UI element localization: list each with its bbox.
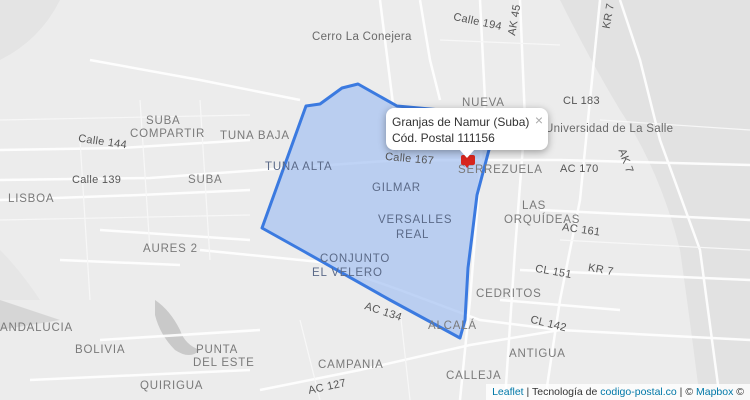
close-icon[interactable]: × [535, 112, 543, 128]
popup-neighborhood: Granjas de Namur (Suba) [392, 115, 530, 129]
label-suba: SUBA [146, 115, 181, 127]
label-tunabaja: TUNA BAJA [220, 130, 290, 142]
label-antigua: ANTIGUA [509, 348, 566, 360]
map-canvas[interactable]: Cerro La Conejera Calle 194 AK 45 KR 7 N… [0, 0, 750, 400]
label-ac170: AC 170 [560, 163, 599, 175]
label-conjunto: CONJUNTO [320, 253, 391, 265]
info-popup: Granjas de Namur (Suba) Cód. Postal 1111… [386, 108, 548, 158]
label-calleja: CALLEJA [446, 370, 502, 382]
site-link[interactable]: codigo-postal.co [600, 386, 676, 398]
mapbox-link[interactable]: Mapbox [696, 386, 733, 398]
label-punta: PUNTA [196, 344, 239, 356]
leaflet-link[interactable]: Leaflet [492, 386, 524, 398]
label-cedritos: CEDRITOS [476, 288, 542, 300]
label-campania: CAMPANIA [318, 359, 384, 371]
label-andalucia: ANDALUCIA [0, 322, 74, 334]
label-bolivia: BOLIVIA [75, 344, 126, 356]
attribution-sep1: | Tecnología de [523, 386, 601, 398]
label-versalles: VERSALLES [378, 214, 453, 226]
popup-postal-code: Cód. Postal 111156 [392, 131, 495, 145]
label-aures: AURES 2 [143, 243, 198, 255]
label-compartir: COMPARTIR [130, 128, 206, 140]
label-cerro: Cerro La Conejera [312, 31, 412, 43]
map-attribution: Leaflet | Tecnología de codigo-postal.co… [486, 384, 750, 400]
label-real: REAL [396, 229, 430, 241]
label-suba2: SUBA [188, 174, 223, 186]
label-velero: EL VELERO [312, 267, 383, 279]
label-tunaalta: TUNA ALTA [265, 161, 333, 173]
attribution-sep2: | © [676, 386, 696, 398]
popup-tip [459, 149, 475, 158]
label-universidad: Universidad de La Salle [545, 123, 674, 135]
label-gilmar: GILMAR [372, 182, 421, 194]
label-las: LAS [522, 200, 547, 212]
label-quirigua: QUIRIGUA [140, 380, 204, 392]
attribution-copy: © [733, 386, 744, 398]
label-alcala: ALCALÁ [428, 320, 477, 332]
map-base-layer [0, 0, 750, 400]
label-lisboa: LISBOA [8, 193, 55, 205]
label-cl183: CL 183 [563, 95, 600, 107]
label-deleste: DEL ESTE [193, 357, 255, 369]
label-serrezuela: SERREZUELA [458, 164, 543, 176]
label-calle139: Calle 139 [72, 174, 122, 186]
